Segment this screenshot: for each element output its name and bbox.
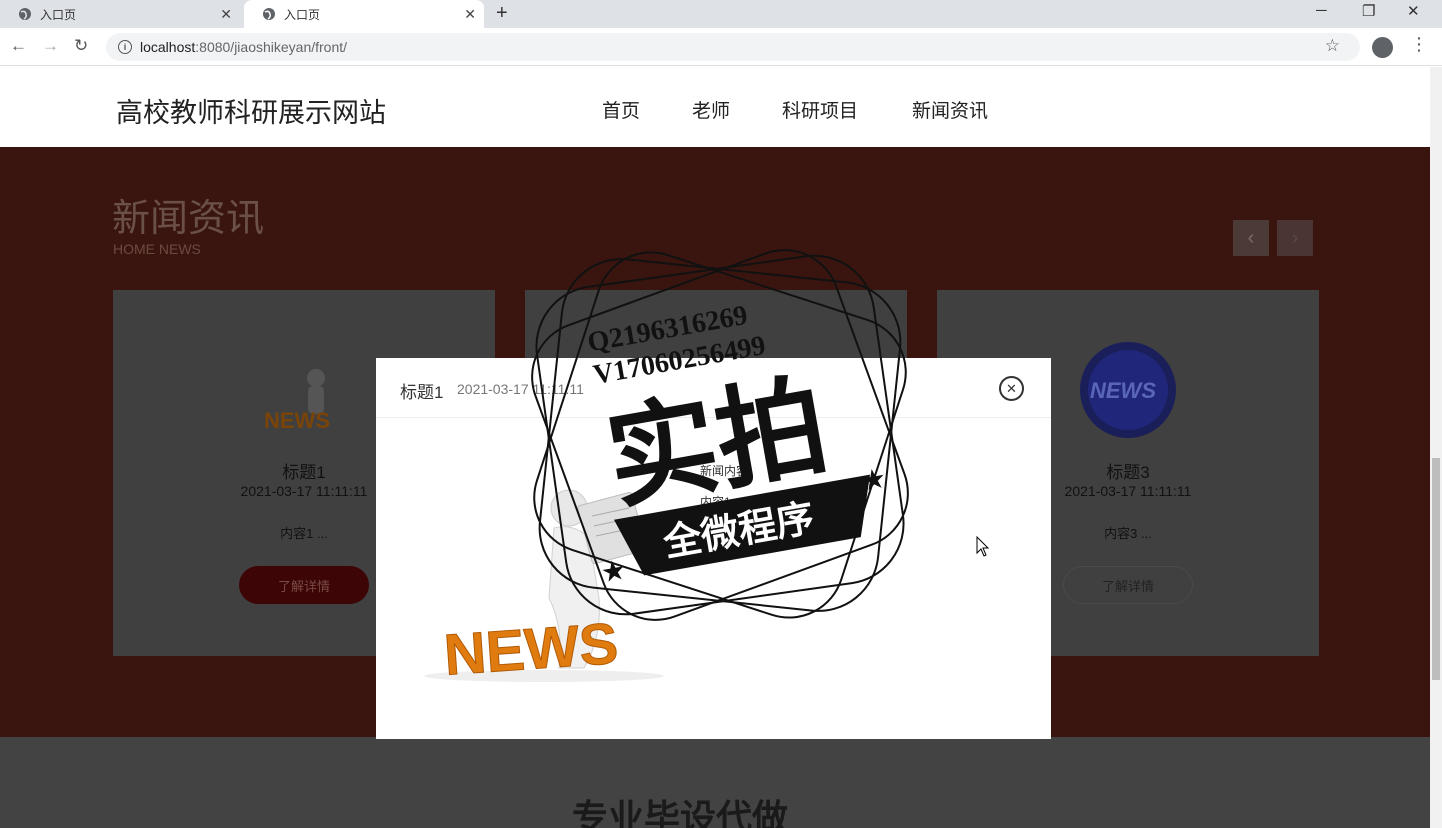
close-tab-icon[interactable]: ✕ [464, 6, 476, 22]
info-icon[interactable]: i [118, 40, 132, 54]
svg-text:NEWS: NEWS [1090, 378, 1156, 403]
modal-content-label: 新闻内容 [700, 464, 749, 478]
mouse-cursor-icon [976, 536, 990, 557]
page-scrollbar-thumb[interactable] [1432, 458, 1440, 680]
modal-title: 标题1 [400, 383, 444, 402]
browser-menu-icon[interactable]: ⋮ [1410, 34, 1428, 55]
close-window-icon[interactable]: ✕ [1407, 2, 1420, 20]
new-tab-icon[interactable]: + [496, 3, 508, 23]
globe-icon [18, 7, 32, 21]
browser-tab-strip: 入口页 ✕ 入口页 ✕ + ─ ❐ ✕ [0, 0, 1442, 28]
site-title[interactable]: 高校教师科研展示网站 [116, 91, 386, 130]
browser-tab-active[interactable]: 入口页 ✕ [244, 0, 484, 28]
card-details-button[interactable]: 了解详情 [239, 566, 369, 604]
site-header: 高校教师科研展示网站 首页 老师 科研项目 新闻资讯 [0, 67, 1430, 147]
nav-home[interactable]: 首页 [602, 96, 640, 123]
bookmark-star-icon[interactable]: ☆ [1325, 36, 1340, 56]
tab-label: 入口页 [40, 7, 77, 22]
url-path: :8080/jiaoshikeyan/front/ [195, 39, 348, 55]
close-tab-icon[interactable]: ✕ [220, 6, 232, 22]
news-thumbnail: NEWS [264, 369, 330, 433]
footer-section: 专业毕设代做 [0, 737, 1430, 828]
address-toolbar: ← → ↻ i localhost:8080/jiaoshikeyan/fron… [0, 28, 1442, 66]
nav-teachers[interactable]: 老师 [692, 96, 730, 123]
nav-research-projects[interactable]: 科研项目 [782, 96, 858, 123]
reload-icon[interactable]: ↻ [74, 36, 88, 56]
svg-text:NEWS: NEWS [264, 408, 330, 433]
tab-label: 入口页 [284, 7, 321, 22]
minimize-icon[interactable]: ─ [1316, 2, 1327, 19]
forward-icon[interactable]: → [42, 36, 59, 56]
restore-icon[interactable]: ❐ [1362, 2, 1375, 20]
nav-news[interactable]: 新闻资讯 [912, 96, 988, 123]
news-reader-image: NEWS [424, 489, 664, 688]
profile-avatar-icon[interactable] [1372, 37, 1393, 58]
news-subheading: HOME NEWS [113, 241, 201, 257]
modal-content-text: 内容1 [700, 495, 731, 509]
modal-close-button[interactable]: ✕ [999, 376, 1024, 401]
news-heading: 新闻资讯 [112, 198, 265, 240]
globe-icon [262, 7, 276, 21]
carousel-prev-button[interactable]: ‹ [1233, 220, 1269, 256]
back-icon[interactable]: ← [10, 36, 27, 56]
svg-text:NEWS: NEWS [442, 611, 620, 688]
url-host: localhost [140, 39, 196, 55]
footer-heading: 专业毕设代做 [572, 797, 789, 828]
news-detail-modal: 标题1 2021-03-17 11:11:11 ✕ NEWS 新闻内容 内容1 [376, 358, 1051, 739]
page-scrollbar-track[interactable] [1430, 67, 1442, 828]
card-details-button[interactable]: 了解详情 [1063, 566, 1193, 604]
url-field[interactable]: i localhost:8080/jiaoshikeyan/front/ ☆ [106, 33, 1360, 61]
carousel-next-button[interactable]: › [1277, 220, 1313, 256]
modal-date: 2021-03-17 11:11:11 [457, 381, 584, 397]
browser-tab[interactable]: 入口页 ✕ [0, 0, 240, 28]
news-badge-thumbnail: NEWS [1080, 342, 1176, 438]
modal-header: 标题1 2021-03-17 11:11:11 ✕ [376, 358, 1051, 418]
